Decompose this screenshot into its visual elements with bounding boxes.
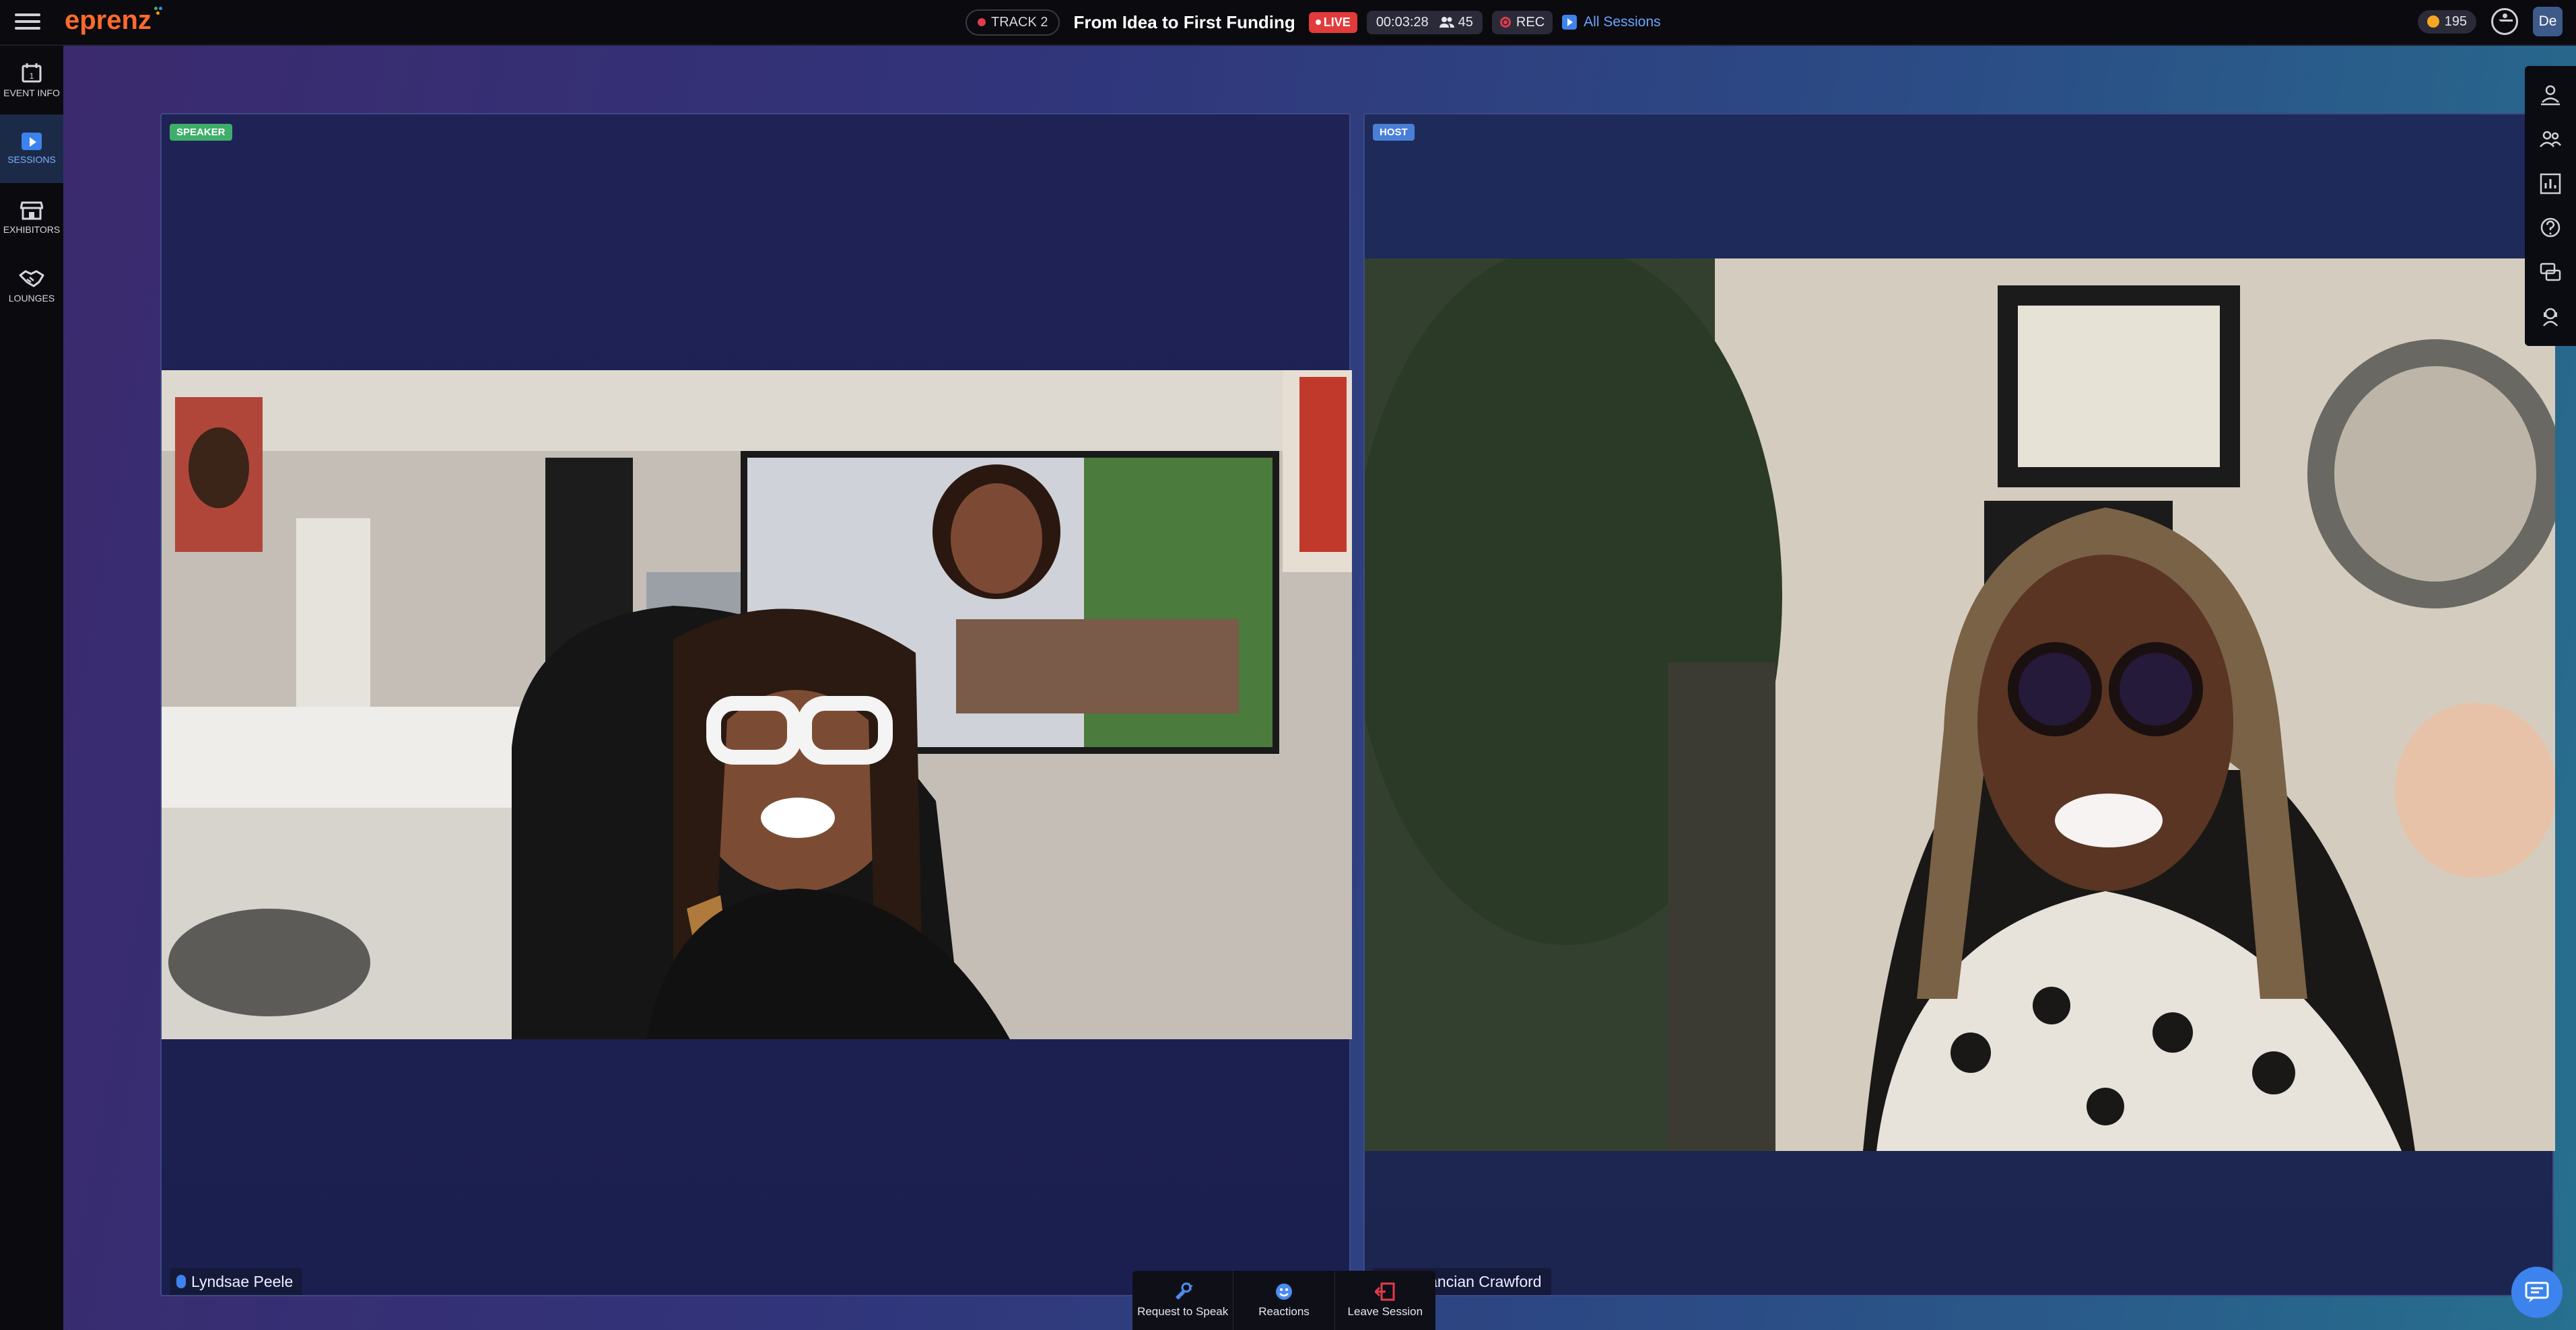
top-bar: eprenz TRACK 2 From Idea to First Fundin… [0, 0, 2576, 46]
live-badge: LIVE [1308, 11, 1357, 33]
header-right: 195 De [2417, 7, 2563, 36]
request-to-speak-label: Request to Speak [1137, 1305, 1229, 1318]
session-toolbar: Request to Speak Reactions Leave Session [1132, 1271, 1435, 1330]
sidebar-item-event-info[interactable]: 1 EVENT INFO [0, 46, 63, 114]
question-icon[interactable] [2539, 217, 2562, 240]
attendee-count: 45 [1458, 14, 1473, 30]
app-logo[interactable]: eprenz [65, 5, 162, 36]
recording-indicator: REC [1491, 10, 1553, 34]
coin-count: 195 [2444, 13, 2467, 29]
people-icon [1439, 17, 1454, 28]
calendar-icon: 1 [22, 63, 42, 83]
participant-tile-speaker[interactable]: SPEAKER Lyndsae Peele [160, 113, 1352, 1296]
right-rail [2525, 66, 2576, 346]
live-dot-icon [1315, 20, 1321, 25]
sidebar-item-label: SESSIONS [7, 154, 56, 165]
timer-box: 00:03:28 45 [1366, 10, 1483, 34]
play-icon [1562, 15, 1578, 30]
session-timer: 00:03:28 [1376, 14, 1429, 30]
chat-icon [2525, 1282, 2549, 1302]
leave-session-button[interactable]: Leave Session [1335, 1271, 1435, 1330]
rec-label: REC [1516, 14, 1545, 30]
chat-fab-button[interactable] [2511, 1267, 2563, 1318]
session-stage: SPEAKER Lyndsae Peele HOST Dr. Sancian C… [63, 46, 2576, 1330]
speaker-video-feed [162, 370, 1352, 1039]
all-sessions-link[interactable]: All Sessions [1562, 14, 1661, 30]
event-title: From Idea to First Funding [1073, 11, 1295, 32]
chat-bubbles-icon[interactable] [2539, 261, 2562, 284]
exit-icon [1375, 1282, 1395, 1301]
attendee-counter[interactable]: 45 [1439, 15, 1473, 30]
accessibility-icon[interactable] [2491, 8, 2518, 35]
speaker-name: Lyndsae Peele [191, 1272, 294, 1290]
live-label: LIVE [1323, 15, 1351, 29]
speaker-video-image [162, 370, 1352, 1039]
people-icon[interactable] [2539, 128, 2562, 151]
reactions-label: Reactions [1258, 1305, 1310, 1318]
svg-text:1: 1 [30, 71, 34, 81]
play-icon [22, 133, 42, 150]
hamburger-menu-icon[interactable] [15, 9, 40, 35]
presenter-icon[interactable] [2539, 83, 2562, 106]
host-video-feed [1365, 258, 2555, 1151]
all-sessions-label: All Sessions [1584, 14, 1661, 30]
participant-tile-host[interactable]: HOST Dr. Sancian Crawford [1363, 113, 2555, 1296]
speaker-name-tag: Lyndsae Peele [170, 1268, 303, 1295]
smiley-icon [1275, 1284, 1292, 1300]
sidebar-item-label: LOUNGES [8, 293, 55, 304]
left-sidebar: 1 EVENT INFO SESSIONS EXHIBITORS LOUNGES [0, 46, 63, 1330]
track-label: TRACK 2 [991, 14, 1048, 30]
record-icon [1499, 17, 1511, 28]
user-avatar[interactable]: De [2533, 7, 2563, 36]
host-video-image [1365, 258, 2555, 1151]
request-to-speak-button[interactable]: Request to Speak [1132, 1271, 1234, 1330]
speaker-role-badge: SPEAKER [170, 124, 232, 141]
handshake-icon [19, 270, 44, 287]
leave-session-label: Leave Session [1347, 1305, 1423, 1318]
sidebar-item-sessions[interactable]: SESSIONS [0, 114, 63, 183]
session-header: TRACK 2 From Idea to First Funding LIVE … [965, 7, 1661, 38]
sidebar-item-lounges[interactable]: LOUNGES [0, 252, 63, 320]
logo-text: eprenz [65, 5, 151, 35]
track-pill[interactable]: TRACK 2 [965, 9, 1060, 36]
coins-badge[interactable]: 195 [2417, 9, 2476, 34]
logo-dots [154, 7, 164, 16]
sidebar-item-exhibitors[interactable]: EXHIBITORS [0, 183, 63, 252]
sidebar-item-label: EXHIBITORS [3, 224, 61, 235]
store-icon [20, 201, 43, 220]
hand-raise-icon [1175, 1282, 1193, 1300]
track-dot-icon [978, 18, 986, 26]
coin-icon [2427, 15, 2439, 28]
support-icon[interactable] [2539, 306, 2562, 328]
poll-icon[interactable] [2539, 172, 2562, 195]
reactions-button[interactable]: Reactions [1233, 1271, 1335, 1330]
sidebar-item-label: EVENT INFO [3, 88, 60, 98]
microphone-icon [176, 1275, 186, 1288]
host-role-badge: HOST [1373, 124, 1415, 141]
